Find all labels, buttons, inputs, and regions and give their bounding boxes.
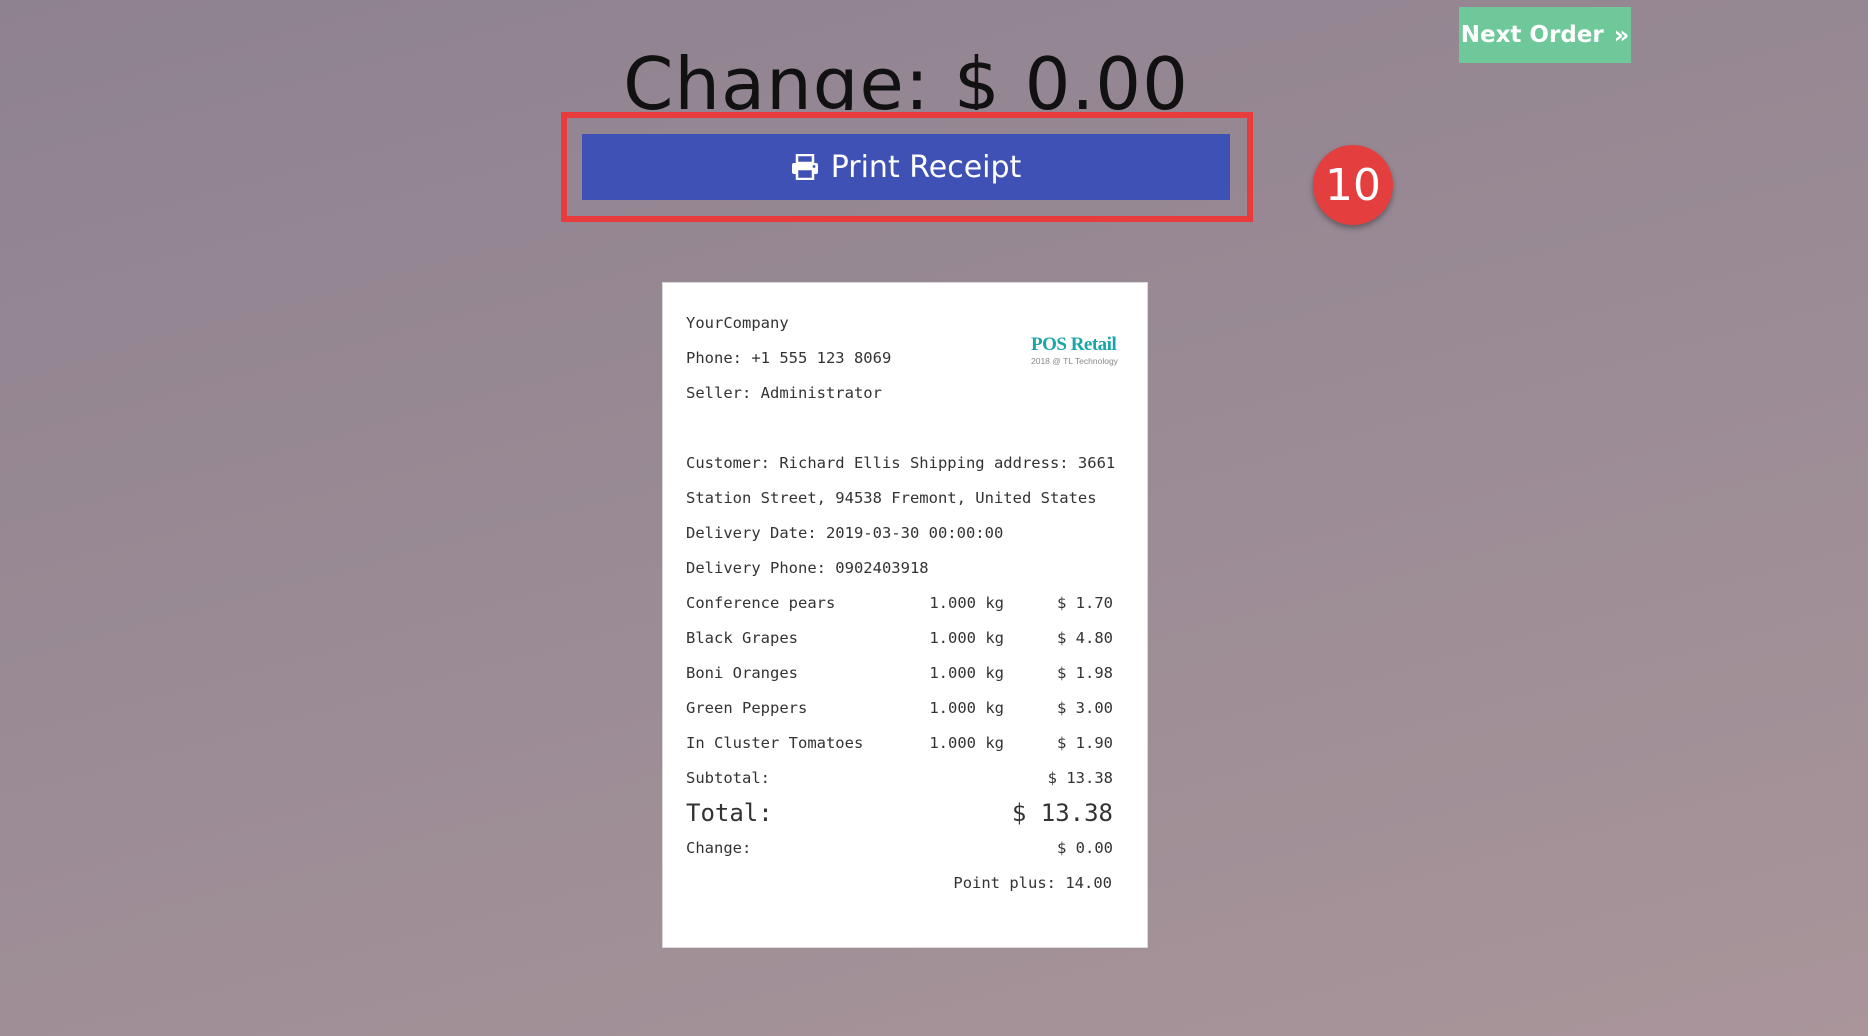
receipt-line-item: In Cluster Tomatoes 1.000 kg $ 1.90 xyxy=(686,733,1113,753)
receipt-total-row: Total: $ 13.38 xyxy=(686,797,1113,829)
print-receipt-button[interactable]: Print Receipt xyxy=(582,134,1230,200)
item-price: $ 1.90 xyxy=(1057,734,1113,752)
receipt-line-item: Conference pears 1.000 kg $ 1.70 xyxy=(686,593,1113,613)
receipt-line-item: Green Peppers 1.000 kg $ 3.00 xyxy=(686,698,1113,718)
receipt-preview: YourCompany Phone: +1 555 123 8069 Selle… xyxy=(662,282,1148,948)
item-quantity: 1.000 kg xyxy=(929,734,1004,752)
receipt-seller: Seller: Administrator xyxy=(686,384,882,402)
print-icon xyxy=(791,154,819,180)
change-amount-title: Change: $ 0.00 xyxy=(623,44,1189,110)
receipt-subtotal-row: Subtotal: $ 13.38 xyxy=(686,768,1113,788)
receipt-line-item: Black Grapes 1.000 kg $ 4.80 xyxy=(686,628,1113,648)
logo-title: POS Retail xyxy=(1031,334,1117,355)
item-price: $ 4.80 xyxy=(1057,629,1113,647)
receipt-points: Point plus: 14.00 xyxy=(953,874,1112,892)
item-quantity: 1.000 kg xyxy=(929,664,1004,682)
total-value: $ 13.38 xyxy=(1011,799,1113,827)
receipt-customer-line-2: Station Street, 94538 Fremont, United St… xyxy=(686,489,1097,507)
pos-retail-logo: POS Retail 2018 @ TL Technology xyxy=(1031,334,1121,367)
receipt-delivery-phone: Delivery Phone: 0902403918 xyxy=(686,559,929,577)
item-price: $ 3.00 xyxy=(1057,699,1113,717)
change-value: $ 0.00 xyxy=(1057,839,1113,857)
logo-subtitle: 2018 @ TL Technology xyxy=(1031,356,1118,366)
item-quantity: 1.000 kg xyxy=(929,699,1004,717)
total-label: Total: xyxy=(686,799,773,827)
receipt-change-row: Change: $ 0.00 xyxy=(686,838,1113,858)
print-receipt-label: Print Receipt xyxy=(830,149,1022,185)
receipt-company: YourCompany xyxy=(686,314,789,332)
change-label: Change: xyxy=(686,839,752,857)
item-price: $ 1.98 xyxy=(1057,664,1113,682)
receipt-customer-line-1: Customer: Richard Ellis Shipping address… xyxy=(686,454,1116,472)
subtotal-label: Subtotal: xyxy=(686,769,770,787)
receipt-line-item: Boni Oranges 1.000 kg $ 1.98 xyxy=(686,663,1113,683)
receipt-phone: Phone: +1 555 123 8069 xyxy=(686,349,892,367)
receipt-delivery-date: Delivery Date: 2019-03-30 00:00:00 xyxy=(686,524,1004,542)
subtotal-value: $ 13.38 xyxy=(1047,769,1113,787)
item-price: $ 1.70 xyxy=(1057,594,1113,612)
item-quantity: 1.000 kg xyxy=(929,629,1004,647)
item-quantity: 1.000 kg xyxy=(929,594,1004,612)
tutorial-step-badge: 10 xyxy=(1313,145,1393,225)
